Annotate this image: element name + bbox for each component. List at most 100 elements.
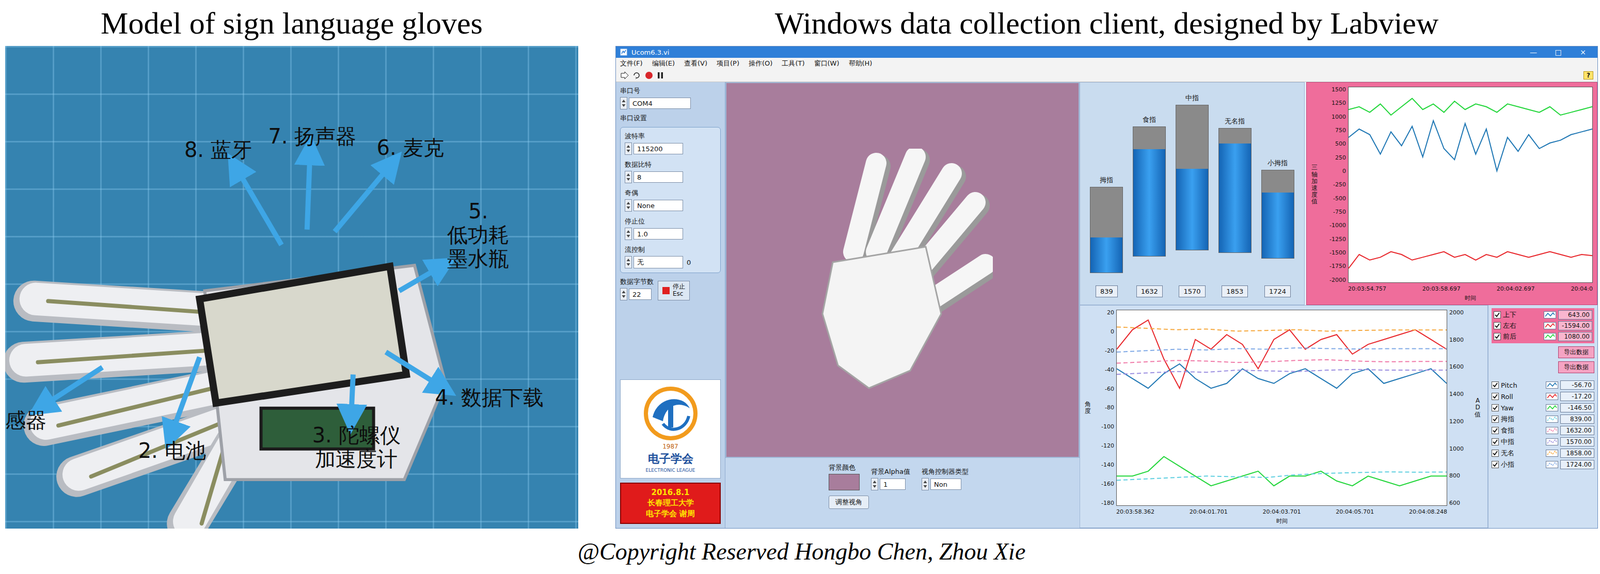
run-arrow-icon[interactable] xyxy=(620,71,630,80)
spinner-arrows-icon[interactable] xyxy=(626,172,631,182)
stop-label: 停止Esc xyxy=(672,283,686,298)
menu-item[interactable]: 窗口(W) xyxy=(814,58,840,69)
checkbox-icon[interactable] xyxy=(1491,426,1499,435)
axis-tick: 20:04:01.701 xyxy=(1189,508,1228,516)
export-button[interactable]: 导出数据 xyxy=(1558,361,1595,374)
axis-tick: 500 xyxy=(1335,140,1346,147)
3d-hand-view[interactable] xyxy=(725,82,1080,458)
stop-button[interactable]: 停止Esc xyxy=(657,280,690,301)
checkbox-icon[interactable] xyxy=(1491,392,1499,401)
menu-item[interactable]: 文件(F) xyxy=(620,58,643,69)
legend-row[interactable]: 无名1858.00 xyxy=(1491,448,1595,458)
legend-row[interactable]: 中指1570.00 xyxy=(1491,437,1595,447)
spinner[interactable] xyxy=(624,199,632,212)
spinner-arrows-icon[interactable] xyxy=(626,258,631,267)
pause-icon[interactable] xyxy=(656,71,665,80)
plot-area xyxy=(1116,309,1448,506)
society-logo-icon xyxy=(642,385,700,442)
spinner-arrows-icon[interactable] xyxy=(872,480,877,489)
data-panel: 拇指839食指1632中指1570无名指1853小拇指1724三轴加速度值150… xyxy=(1079,82,1598,529)
spinner[interactable] xyxy=(624,256,632,269)
checkbox-icon[interactable] xyxy=(1493,322,1501,330)
export-button[interactable]: 导出数据 xyxy=(1558,346,1595,359)
checkbox-icon[interactable] xyxy=(1491,449,1499,457)
spinner[interactable] xyxy=(624,142,632,155)
spinner[interactable] xyxy=(620,288,628,301)
setting-field: 停止位1.0 xyxy=(624,216,717,241)
window-control[interactable]: — xyxy=(1523,48,1544,57)
axis-tick: 20:04:03.701 xyxy=(1262,508,1302,516)
field-value[interactable]: 8 xyxy=(633,171,684,183)
abort-icon[interactable] xyxy=(644,71,654,80)
spinner[interactable] xyxy=(624,170,632,184)
menu-item[interactable]: 操作(O) xyxy=(748,58,773,69)
field-value[interactable]: COM4 xyxy=(628,97,691,109)
checkbox-icon[interactable] xyxy=(1493,311,1501,319)
checkbox-icon[interactable] xyxy=(1493,333,1501,341)
window-title: Ucom6.3.vi xyxy=(631,48,1519,57)
bar-track xyxy=(1132,126,1166,257)
spinner-arrows-icon[interactable] xyxy=(626,229,631,239)
spinner-arrows-icon[interactable] xyxy=(626,144,631,153)
checkbox-icon[interactable] xyxy=(1491,461,1499,469)
field-value[interactable]: 1.0 xyxy=(633,228,684,240)
legend-row[interactable]: Roll-17.20 xyxy=(1491,391,1595,402)
legend-row[interactable]: 前后1080.00 xyxy=(1493,331,1593,342)
spinner[interactable] xyxy=(921,478,929,491)
legend-row[interactable]: 左右-1594.00 xyxy=(1493,321,1593,331)
menu-item[interactable]: 项目(P) xyxy=(716,58,740,69)
axis-tick: 2000 xyxy=(1449,309,1464,316)
run-continuous-icon[interactable] xyxy=(632,71,642,80)
checkbox-icon[interactable] xyxy=(1491,404,1499,412)
spinner-arrows-icon[interactable] xyxy=(621,290,626,299)
bar-track xyxy=(1261,169,1295,259)
help-button[interactable]: ? xyxy=(1583,71,1594,80)
background-color-swatch[interactable] xyxy=(828,473,860,491)
setting-field: 波特率 115200 xyxy=(624,131,717,155)
spinner[interactable] xyxy=(624,227,632,241)
checkbox-icon[interactable] xyxy=(1491,381,1499,389)
checkbox-icon[interactable] xyxy=(1491,415,1499,423)
menu-item[interactable]: 工具(T) xyxy=(781,58,805,69)
window-control[interactable]: □ xyxy=(1547,48,1569,57)
axis-tick: 0 xyxy=(1342,168,1346,174)
legend-name: 无名 xyxy=(1500,448,1544,458)
checkbox-icon[interactable] xyxy=(1491,438,1499,446)
axis-tick: -120 xyxy=(1101,442,1115,449)
spinner-arrows-icon[interactable] xyxy=(626,201,631,210)
acceleration-plot xyxy=(1348,87,1593,283)
axis-tick: 0 xyxy=(1110,328,1115,335)
field-value[interactable]: 115200 xyxy=(633,143,684,155)
legend-row[interactable]: 小指1724.00 xyxy=(1491,460,1595,470)
spinner-arrows-icon[interactable] xyxy=(923,480,928,489)
legend-row[interactable]: Pitch-56.70 xyxy=(1491,380,1595,390)
menu-item[interactable]: 帮助(H) xyxy=(848,58,873,69)
menu-item[interactable]: 查看(V) xyxy=(684,58,708,69)
field-label: 波特率 xyxy=(624,131,717,141)
spinner-arrows-icon[interactable] xyxy=(621,99,626,108)
axis-tick: 20:04:05.701 xyxy=(1335,508,1374,516)
annotation-arrow xyxy=(351,374,354,420)
field-value[interactable]: None xyxy=(633,199,684,212)
annotation-arrow xyxy=(235,166,282,245)
field-label: 流控制 xyxy=(624,245,717,255)
window-control[interactable]: × xyxy=(1572,48,1594,57)
annotation-line: 低功耗 xyxy=(447,223,510,247)
field-value[interactable]: 无 xyxy=(633,256,684,269)
legend-row[interactable]: 食指1632.00 xyxy=(1491,425,1595,436)
spinner[interactable] xyxy=(870,478,879,491)
legend-row[interactable]: Yaw-146.50 xyxy=(1491,403,1595,413)
reset-view-button[interactable]: 调整视角 xyxy=(828,495,869,510)
legend-name: Yaw xyxy=(1500,404,1544,413)
field-value[interactable]: 1 xyxy=(879,478,906,490)
legend-row[interactable]: 上下643.00 xyxy=(1493,310,1593,320)
field-value[interactable]: 22 xyxy=(628,288,652,300)
spinner[interactable] xyxy=(620,97,628,110)
annotation-line: 墨水瓶 xyxy=(447,246,510,271)
field-value[interactable]: Non xyxy=(930,478,962,490)
menu-item[interactable]: 编辑(E) xyxy=(652,58,675,69)
view-control-row: 背景颜色背景Alpha值1视角控制器类型Non xyxy=(828,463,1070,491)
axis-label: AD值 xyxy=(1474,397,1481,419)
legend-row[interactable]: 拇指839.00 xyxy=(1491,414,1595,424)
accel-legend: 上下643.00左右-1594.00前后1080.00 xyxy=(1491,308,1595,344)
